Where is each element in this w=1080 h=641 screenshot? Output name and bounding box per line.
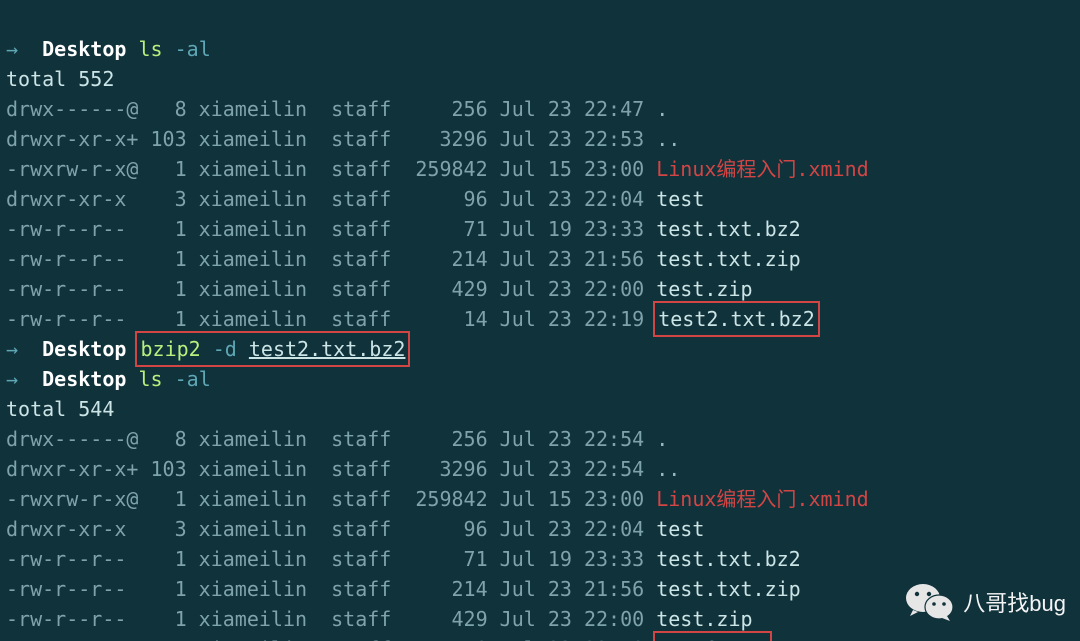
cmd-ls: ls bbox=[138, 37, 162, 61]
ls-row: -rw-r--r-- 1 xiameilin staff 14 Jul 23 2… bbox=[6, 307, 656, 331]
cmd-bzip2-arg: -d bbox=[213, 337, 237, 361]
filename: test.zip bbox=[656, 607, 752, 631]
total-line: total 552 bbox=[6, 67, 114, 91]
bzip2-command-highlight: bzip2 -d test2.txt.bz2 bbox=[138, 334, 407, 364]
filename: test bbox=[656, 517, 704, 541]
ls-output-after: drwx------@ 8 xiameilin staff 256 Jul 23… bbox=[6, 427, 869, 641]
filename: . bbox=[656, 97, 668, 121]
total-line: total 544 bbox=[6, 397, 114, 421]
cmd-bzip2: bzip2 bbox=[140, 337, 200, 361]
cmd-ls: ls bbox=[138, 367, 162, 391]
ls-row: drwxr-xr-x 3 xiameilin staff 96 Jul 23 2… bbox=[6, 187, 656, 211]
ls-output-before: drwx------@ 8 xiameilin staff 256 Jul 23… bbox=[6, 97, 869, 331]
cmd-bzip2-target: test2.txt.bz2 bbox=[249, 337, 406, 361]
filename-highlight: test2.txt bbox=[656, 634, 768, 641]
terminal-output[interactable]: → Desktop ls -al total 552 drwx------@ 8… bbox=[0, 0, 1080, 641]
prompt-cwd: Desktop bbox=[42, 337, 126, 361]
ls-row: drwxr-xr-x+ 103 xiameilin staff 3296 Jul… bbox=[6, 127, 656, 151]
filename: Linux编程入门.xmind bbox=[656, 157, 868, 181]
filename: test.txt.bz2 bbox=[656, 217, 801, 241]
filename: test.txt.bz2 bbox=[656, 547, 801, 571]
filename-highlight: test2.txt.bz2 bbox=[656, 304, 817, 334]
ls-row: -rwxrw-r-x@ 1 xiameilin staff 259842 Jul… bbox=[6, 487, 656, 511]
filename: test.txt.zip bbox=[656, 577, 801, 601]
filename: .. bbox=[656, 127, 680, 151]
prompt-arrow-icon: → bbox=[6, 367, 18, 391]
watermark: 八哥找bug bbox=[905, 581, 1066, 623]
filename: test.zip bbox=[656, 277, 752, 301]
ls-row: -rw-r--r-- 1 xiameilin staff 429 Jul 23 … bbox=[6, 607, 656, 631]
filename: .. bbox=[656, 457, 680, 481]
prompt-cwd: Desktop bbox=[42, 37, 126, 61]
wechat-icon bbox=[905, 581, 955, 623]
ls-row: -rw-r--r-- 1 xiameilin staff 71 Jul 19 2… bbox=[6, 217, 656, 241]
filename: test.txt.zip bbox=[656, 247, 801, 271]
prompt-arrow-icon: → bbox=[6, 37, 18, 61]
filename: Linux编程入门.xmind bbox=[656, 487, 868, 511]
ls-row: drwx------@ 8 xiameilin staff 256 Jul 23… bbox=[6, 427, 656, 451]
watermark-text: 八哥找bug bbox=[963, 586, 1066, 618]
ls-row: -rw-r--r-- 1 xiameilin staff 71 Jul 19 2… bbox=[6, 547, 656, 571]
ls-row: -rwxrw-r-x@ 1 xiameilin staff 259842 Jul… bbox=[6, 157, 656, 181]
cmd-ls-arg: -al bbox=[175, 37, 211, 61]
ls-row: drwxr-xr-x 3 xiameilin staff 96 Jul 23 2… bbox=[6, 517, 656, 541]
ls-row: drwx------@ 8 xiameilin staff 256 Jul 23… bbox=[6, 97, 656, 121]
filename: . bbox=[656, 427, 668, 451]
ls-row: -rw-r--r-- 1 xiameilin staff 0 Jul 23 22… bbox=[6, 637, 656, 641]
ls-row: -rw-r--r-- 1 xiameilin staff 429 Jul 23 … bbox=[6, 277, 656, 301]
prompt-line: → Desktop bzip2 -d test2.txt.bz2 bbox=[6, 337, 407, 361]
ls-row: -rw-r--r-- 1 xiameilin staff 214 Jul 23 … bbox=[6, 577, 656, 601]
prompt-line: → Desktop ls -al bbox=[6, 367, 211, 391]
ls-row: drwxr-xr-x+ 103 xiameilin staff 3296 Jul… bbox=[6, 457, 656, 481]
filename: test bbox=[656, 187, 704, 211]
prompt-cwd: Desktop bbox=[42, 367, 126, 391]
prompt-arrow-icon: → bbox=[6, 337, 18, 361]
cmd-ls-arg: -al bbox=[175, 367, 211, 391]
ls-row: -rw-r--r-- 1 xiameilin staff 214 Jul 23 … bbox=[6, 247, 656, 271]
prompt-line: → Desktop ls -al bbox=[6, 37, 211, 61]
